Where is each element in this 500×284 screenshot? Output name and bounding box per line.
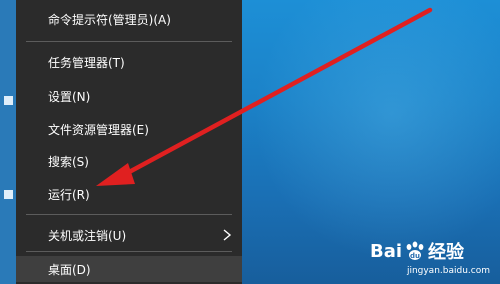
desktop-icons-strip (0, 0, 16, 284)
watermark-brand: Bai du 经验 (370, 238, 464, 264)
menu-divider (26, 214, 232, 215)
menu-item-shutdown[interactable]: 关机或注销(U) (16, 222, 242, 248)
menu-item-task-manager[interactable]: 任务管理器(T) (16, 49, 242, 75)
winx-context-menu: 命令提示符(管理员)(A) 任务管理器(T) 设置(N) 文件资源管理器(E) … (16, 0, 242, 284)
menu-item-label: 桌面(D) (48, 262, 91, 277)
menu-item-label: 文件资源管理器(E) (48, 122, 149, 137)
menu-item-settings[interactable]: 设置(N) (16, 83, 242, 109)
baidu-jingyan-watermark: Bai du 经验 jingyan.baidu.com (370, 236, 490, 277)
menu-item-label: 运行(R) (48, 187, 90, 202)
menu-item-label: 命令提示符(管理员)(A) (48, 12, 171, 27)
menu-divider (26, 41, 232, 42)
menu-item-label: 搜索(S) (48, 154, 89, 169)
watermark-brand-left: Bai (370, 240, 403, 262)
menu-item-cmd-admin[interactable]: 命令提示符(管理员)(A) (16, 6, 242, 32)
menu-item-run[interactable]: 运行(R) (16, 181, 242, 207)
desktop-screen: 命令提示符(管理员)(A) 任务管理器(T) 设置(N) 文件资源管理器(E) … (0, 0, 500, 284)
paw-logo-icon: du (406, 241, 424, 260)
desktop-icon[interactable] (4, 96, 13, 105)
svg-text:du: du (410, 252, 420, 260)
menu-divider (26, 251, 232, 252)
menu-item-file-explorer[interactable]: 文件资源管理器(E) (16, 116, 242, 142)
menu-item-label: 任务管理器(T) (48, 55, 125, 70)
menu-item-desktop[interactable]: 桌面(D) (16, 256, 242, 282)
menu-item-label: 关机或注销(U) (48, 228, 127, 243)
desktop-icon[interactable] (4, 190, 13, 199)
chevron-right-icon (223, 229, 232, 241)
menu-item-label: 设置(N) (48, 89, 91, 104)
menu-item-search[interactable]: 搜索(S) (16, 148, 242, 174)
watermark-url: jingyan.baidu.com (406, 266, 490, 276)
watermark-brand-right: 经验 (428, 242, 465, 263)
